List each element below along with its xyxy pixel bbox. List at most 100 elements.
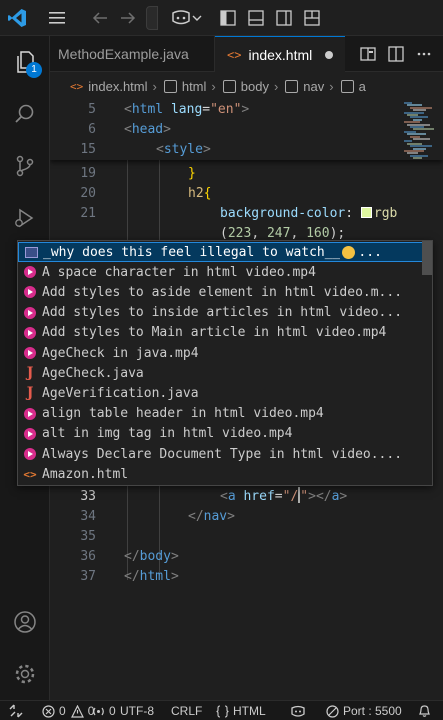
open-preview-button[interactable] [356, 42, 380, 66]
code-line[interactable]: 5 <html lang="en"> [50, 100, 443, 120]
suggestion-item[interactable]: Add styles to Main article in html video… [18, 323, 432, 343]
code-line[interactable]: 35 [50, 527, 443, 547]
tab-methodexample-java[interactable]: MethodExample.java [50, 36, 215, 72]
problems-button[interactable]: 0 0 [42, 701, 94, 720]
error-icon [42, 704, 55, 718]
editor-tabs: MethodExample.java <> index.html [50, 36, 443, 72]
suggestion-label: Always Declare Document Type in html vid… [42, 446, 403, 462]
more-actions-button[interactable] [412, 42, 436, 66]
toggle-primary-sidebar-icon[interactable] [216, 6, 240, 30]
vscode-logo-icon[interactable] [6, 6, 28, 30]
chevron-down-icon [192, 15, 202, 21]
tab-label: index.html [248, 46, 313, 63]
code-line[interactable]: 6 <head> [50, 120, 443, 140]
suggestion-item[interactable]: alt in img tag in html video.mp4 [18, 424, 432, 444]
toggle-secondary-sidebar-icon[interactable] [272, 6, 296, 30]
breadcrumb-item-html[interactable]: html [182, 79, 207, 94]
suggest-scrollbar[interactable] [422, 241, 432, 275]
code-token: : [345, 206, 361, 221]
broadcast-icon [93, 707, 104, 715]
symbol-element-icon [285, 79, 299, 93]
java-file-icon: J [26, 385, 34, 402]
breadcrumb-item-a[interactable]: a [359, 79, 366, 94]
copilot-icon [172, 10, 190, 25]
code-token: > [170, 569, 179, 584]
code-token: < [156, 142, 164, 157]
copilot-status-button[interactable] [290, 701, 310, 720]
explorer-button[interactable]: 1 [0, 38, 50, 86]
code-token: body [139, 549, 171, 564]
gear-icon [15, 664, 35, 684]
run-debug-button[interactable] [0, 194, 50, 242]
line-number: 6 [88, 122, 96, 137]
suggestion-item[interactable]: Always Declare Document Type in html vid… [18, 444, 432, 464]
copilot-button[interactable] [166, 6, 206, 30]
toggle-panel-icon[interactable] [244, 6, 268, 30]
chevron-right-icon: › [211, 78, 216, 94]
eol-button[interactable]: CRLF [171, 701, 202, 720]
language-mode-button[interactable]: HTML [216, 701, 266, 720]
code-token: rgb [373, 206, 398, 221]
code-token: , [251, 226, 267, 241]
code-line[interactable]: 36 </body> [50, 547, 443, 567]
suggestion-item[interactable]: A space character in html video.mp4 [18, 262, 432, 282]
manage-button[interactable] [0, 652, 50, 696]
bell-icon [418, 705, 430, 717]
code-line[interactable]: 21 background-color: rgb [50, 204, 443, 224]
code-text: <a href="/"></a> [220, 487, 347, 507]
source-control-button[interactable] [0, 142, 50, 190]
eol-label: CRLF [171, 704, 203, 718]
color-swatch[interactable] [360, 207, 372, 218]
code-line[interactable]: 37 </html> [50, 567, 443, 587]
suggest-widget: _why does this feel illegal to watch__..… [17, 240, 433, 486]
unsaved-dot-icon[interactable] [325, 51, 333, 59]
suggestion-item[interactable]: _why does this feel illegal to watch__..… [18, 242, 432, 262]
editor-scrollbar[interactable] [435, 100, 443, 700]
suggestion-item[interactable]: Add styles to aside element in html vide… [18, 282, 432, 302]
minimap[interactable] [404, 100, 438, 160]
code-line[interactable]: 34 </nav> [50, 507, 443, 527]
suggestion-item[interactable]: AgeCheck in java.mp4 [18, 343, 432, 363]
breadcrumb-item-nav[interactable]: nav [303, 79, 324, 94]
accounts-button[interactable] [0, 600, 50, 644]
line-number: 35 [80, 529, 96, 544]
command-center-search[interactable] [146, 6, 158, 30]
tab-index-html[interactable]: <> index.html [215, 36, 345, 72]
suggestion-label: Amazon.html [42, 466, 129, 482]
suggestion-item[interactable]: J AgeVerification.java [18, 383, 432, 403]
ports-button[interactable]: 0 [92, 701, 116, 720]
breadcrumb-item-body[interactable]: body [241, 79, 269, 94]
customize-layout-icon[interactable] [300, 6, 324, 30]
remote-button[interactable] [6, 701, 30, 720]
encoding-button[interactable]: UTF-8 [120, 701, 154, 720]
suggestion-item[interactable]: J AgeCheck.java [18, 363, 432, 383]
code-text: <style> [156, 140, 211, 160]
code-token: head [131, 122, 164, 137]
suggestion-item[interactable]: <> Amazon.html [18, 464, 432, 484]
code-line[interactable]: 33 <a href="/"></a> [50, 487, 443, 507]
video-file-icon [18, 444, 42, 464]
sticky-scroll[interactable]: 5 <html lang="en"> 6 <head> 15 <style> [50, 100, 443, 160]
code-token: , [290, 226, 307, 241]
split-editor-button[interactable] [384, 42, 408, 66]
code-token: lang [170, 102, 203, 117]
ports-count: 0 [109, 704, 116, 718]
symbol-element-icon [163, 79, 177, 93]
code-token: " [300, 489, 309, 504]
code-text: </html> [124, 567, 179, 587]
code-line[interactable]: 19} [50, 164, 443, 184]
arrow-left-icon[interactable] [88, 6, 112, 30]
hamburger-menu-icon[interactable] [44, 6, 70, 30]
suggestion-item[interactable]: Add styles to inside articles in html vi… [18, 303, 432, 323]
code-line[interactable]: 20 h2{ [50, 184, 443, 204]
suggestion-item[interactable]: align table header in html video.mp4 [18, 404, 432, 424]
arrow-right-icon[interactable] [116, 6, 140, 30]
html-file-icon: <> [70, 79, 84, 93]
code-text: h2{ [188, 184, 211, 204]
search-button[interactable] [0, 90, 50, 138]
code-line[interactable]: 15 <style> [50, 140, 443, 160]
breadcrumb-file[interactable]: index.html [88, 79, 147, 94]
live-server-button[interactable]: Port : 5500 [326, 701, 402, 720]
suggestion-label: Add styles to Main article in html video… [42, 325, 387, 341]
notifications-button[interactable] [416, 701, 436, 720]
